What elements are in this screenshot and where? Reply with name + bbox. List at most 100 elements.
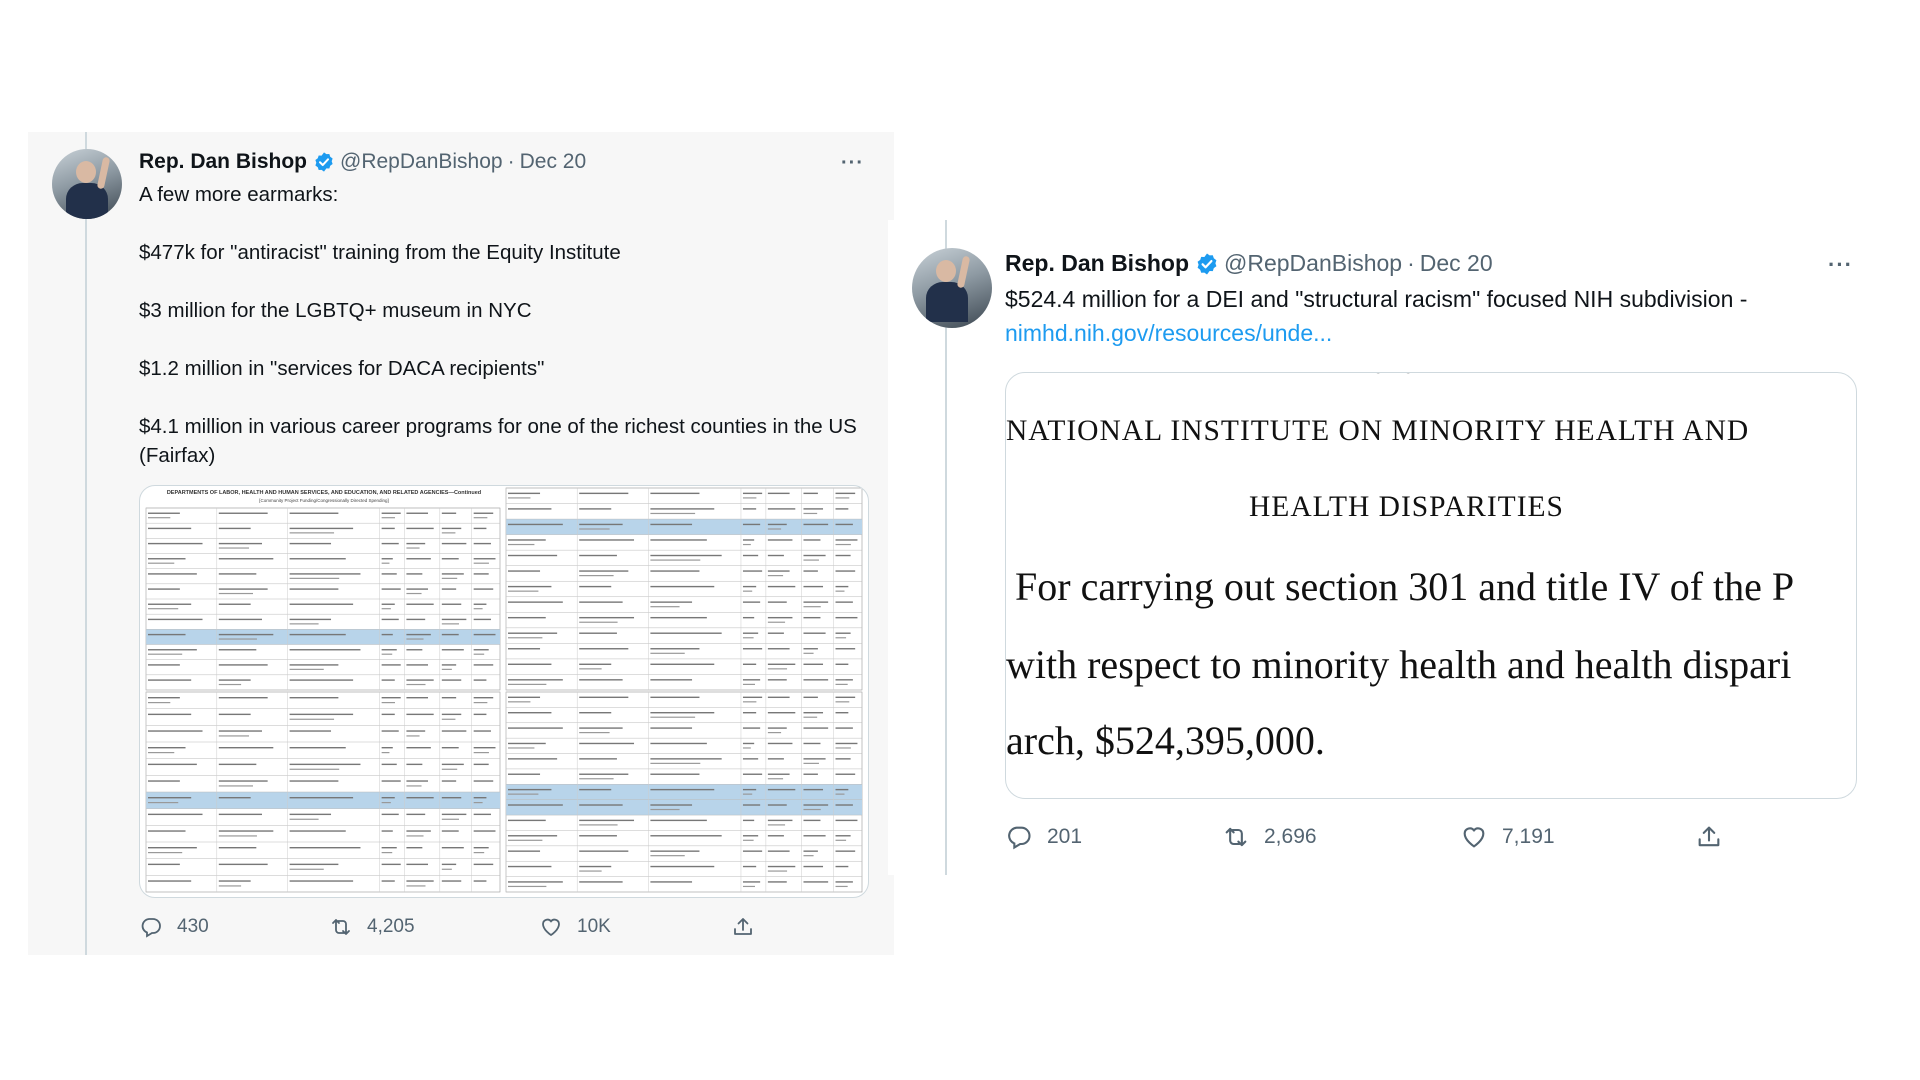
table-cell-text — [835, 679, 853, 681]
table-cell-text — [218, 835, 257, 837]
table-cell-text — [767, 508, 796, 510]
table-cell-text — [650, 804, 693, 806]
table-cell-text — [767, 870, 788, 872]
table-cell-text — [148, 847, 197, 849]
tweet-text: $524.4 million for a DEI and "structural… — [1005, 282, 1885, 350]
table-cell-text — [508, 585, 552, 588]
table-cell-text — [508, 523, 563, 526]
retweet-button[interactable]: 4,205 — [329, 915, 415, 939]
table-cell-text — [742, 683, 755, 685]
table-cell-text — [381, 747, 393, 749]
table-cell-text — [650, 539, 707, 541]
table-cell-text — [650, 663, 715, 665]
display-name[interactable]: Rep. Dan Bishop — [139, 150, 307, 174]
tweet-card-earmarks[interactable]: Rep. Dan Bishop @RepDanBishop · Dec 20 ·… — [28, 132, 894, 955]
table-cell-text — [579, 668, 602, 670]
separator-dot: · — [1407, 250, 1415, 276]
table-cell-text — [441, 633, 459, 636]
handle[interactable]: @RepDanBishop — [1224, 250, 1402, 277]
table-cell-text — [218, 730, 262, 732]
reply-button[interactable]: 201 — [1005, 823, 1082, 851]
share-button[interactable] — [731, 915, 769, 939]
avatar[interactable] — [912, 248, 992, 328]
table-cell-text — [803, 492, 818, 495]
highlighted-row — [146, 792, 500, 809]
table-cell-text — [650, 559, 701, 561]
table-cell-text — [406, 730, 426, 732]
tweet-image-earmark-tables[interactable]: DEPARTMENTS OF LABOR, HEALTH AND HUMAN S… — [139, 485, 869, 898]
retweet-button[interactable]: 2,696 — [1222, 823, 1317, 851]
table-cell-text — [218, 592, 253, 595]
table-cell-text — [148, 527, 192, 530]
table-cell-text — [742, 585, 757, 588]
table-cell-text — [508, 637, 543, 639]
table-cell-text — [441, 532, 456, 534]
table-cell-text — [803, 804, 829, 806]
table-cell-text — [289, 542, 332, 545]
table-cell-text — [441, 713, 462, 716]
table-cell-text — [381, 852, 393, 854]
separator-dot: · — [507, 150, 515, 173]
table-cell-text — [148, 730, 203, 732]
tweet-date[interactable]: Dec 20 — [520, 150, 587, 174]
table-cell-text — [473, 752, 489, 754]
table-cell-text — [289, 649, 361, 651]
table-cell-text — [441, 813, 467, 816]
table-cell-text — [381, 512, 401, 514]
table-cell-text — [835, 747, 851, 749]
table-cell-text — [441, 588, 457, 590]
table-cell-text — [148, 512, 180, 514]
table-cell-text — [767, 727, 787, 729]
table-cell-text — [742, 881, 761, 883]
like-button[interactable]: 10K — [539, 915, 611, 939]
more-icon[interactable]: ··· — [1828, 252, 1853, 278]
table-cell-text — [218, 785, 253, 787]
table-cell-text — [742, 679, 761, 681]
table-cell-text — [289, 588, 339, 590]
table-cell-text — [441, 763, 464, 766]
tweet-date[interactable]: Dec 20 — [1420, 250, 1493, 277]
table-cell-text — [289, 868, 324, 870]
table-cell-text — [473, 653, 485, 655]
table-cell-text — [406, 813, 426, 816]
table-cell-text — [835, 539, 858, 541]
like-button[interactable]: 7,191 — [1460, 823, 1555, 851]
table-cell-text — [803, 585, 824, 588]
thread-line — [85, 132, 87, 955]
table-cell-text — [508, 590, 539, 592]
table-cell-text — [289, 718, 335, 720]
table-cell-text — [148, 608, 179, 610]
table-cell-text — [835, 773, 856, 775]
table-cell-text — [218, 830, 274, 832]
reply-button[interactable]: 430 — [139, 915, 209, 939]
table-cell-text — [148, 880, 192, 882]
table-cell-text — [835, 835, 851, 837]
table-cell-text — [218, 618, 262, 621]
table-cell-text — [579, 539, 635, 541]
table-cell-text — [579, 865, 612, 868]
table-cell-text — [803, 663, 824, 665]
display-name[interactable]: Rep. Dan Bishop — [1005, 250, 1189, 277]
table-cell-text — [650, 773, 700, 775]
table-cell-text — [441, 747, 459, 749]
table-cell-text — [406, 747, 431, 749]
table-cell-text — [767, 773, 790, 775]
table-cell-text — [406, 847, 423, 849]
more-icon[interactable]: ··· — [841, 152, 864, 175]
table-cell-text — [650, 554, 722, 557]
table-cell-text — [650, 616, 707, 619]
tweet-image-appropriations-doc[interactable]: 2020 NATIONAL INSTITUTE ON MINORITY HEAL… — [1005, 372, 1857, 799]
table-cell-text — [803, 773, 818, 775]
share-icon — [734, 918, 752, 935]
table-cell-text — [441, 718, 456, 720]
avatar[interactable] — [52, 149, 122, 219]
share-button[interactable] — [1695, 823, 1737, 851]
table-cell-text — [579, 585, 612, 588]
table-cell-text — [218, 558, 274, 560]
handle[interactable]: @RepDanBishop — [340, 150, 503, 174]
tweet-card-nih[interactable]: Rep. Dan Bishop @RepDanBishop · Dec 20 ·… — [888, 220, 1903, 875]
table-cell-text — [835, 637, 847, 639]
tweet-link[interactable]: nimhd.nih.gov/resources/unde... — [1005, 320, 1332, 346]
table-cell-text — [441, 863, 457, 866]
heart-icon — [1463, 827, 1485, 848]
